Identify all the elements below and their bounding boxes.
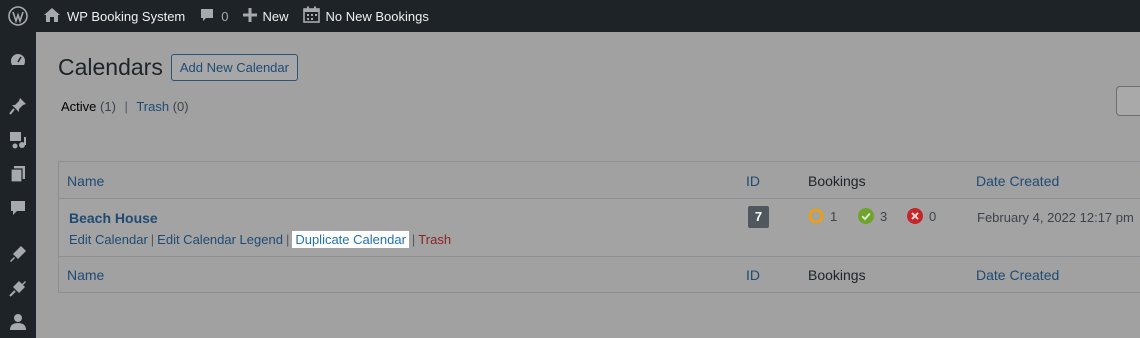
- column-name-header[interactable]: Name: [67, 173, 104, 189]
- filter-trash[interactable]: Trash: [136, 99, 169, 114]
- pin-icon[interactable]: [8, 96, 28, 116]
- bookings-accepted: 3: [858, 208, 887, 224]
- site-name-link[interactable]: WP Booking System: [36, 0, 192, 32]
- main-content: Calendars Add New Calendar Active (1) | …: [36, 32, 1140, 338]
- table-header-row: Name ID Bookings Date Created: [59, 162, 1140, 199]
- pages-icon[interactable]: [8, 164, 28, 184]
- duplicate-calendar-link[interactable]: Duplicate Calendar: [292, 231, 409, 248]
- column-id-header[interactable]: ID: [746, 173, 760, 189]
- edit-calendar-link[interactable]: Edit Calendar: [69, 232, 148, 247]
- action-separator: |: [411, 232, 416, 247]
- date-created: February 4, 2022 12:17 pm: [977, 210, 1134, 225]
- row-actions: Edit Calendar | Edit Calendar Legend | Dupli…: [69, 231, 451, 248]
- filter-separator: |: [124, 99, 128, 114]
- admin-bar: WP Booking System 0 New No New Bookings: [0, 0, 1140, 32]
- column-date-created-footer[interactable]: Date Created: [976, 267, 1059, 283]
- calendars-table: Name ID Bookings Date Created Beach Hous…: [58, 161, 1140, 293]
- search-input[interactable]: [1116, 86, 1140, 116]
- users-icon[interactable]: [8, 312, 28, 332]
- site-name: WP Booking System: [67, 8, 186, 24]
- edit-calendar-legend-link[interactable]: Edit Calendar Legend: [157, 232, 283, 247]
- bookings-pending: 1: [808, 208, 837, 224]
- page-title: Calendars: [58, 54, 163, 80]
- admin-sidebar: [0, 32, 36, 338]
- new-label: New: [262, 8, 289, 24]
- column-date-created-header[interactable]: Date Created: [976, 173, 1059, 189]
- calendar-id-badge: 7: [748, 206, 769, 228]
- comments-count: 0: [221, 8, 229, 24]
- bookings-notice-link[interactable]: No New Bookings: [296, 0, 436, 32]
- plus-icon: [242, 7, 257, 25]
- plugins-icon[interactable]: [8, 278, 28, 298]
- home-icon: [43, 7, 61, 26]
- column-name-footer[interactable]: Name: [67, 267, 104, 283]
- bookings-accepted-count: 3: [880, 208, 888, 224]
- calendar-name-link[interactable]: Beach House: [69, 210, 158, 226]
- column-bookings-footer: Bookings: [808, 267, 866, 283]
- filter-active[interactable]: Active: [61, 99, 96, 114]
- title-row: Calendars Add New Calendar: [58, 54, 298, 81]
- new-content-link[interactable]: New: [236, 0, 296, 32]
- wordpress-logo-icon[interactable]: [0, 0, 36, 32]
- filter-active-count: (1): [100, 99, 116, 114]
- appearance-icon[interactable]: [8, 244, 28, 264]
- bookings-pending-count: 1: [830, 208, 838, 224]
- x-circle-icon: [907, 208, 923, 224]
- bookings-rejected-count: 0: [929, 208, 937, 224]
- pending-circle-icon: [808, 208, 824, 224]
- add-new-calendar-button[interactable]: Add New Calendar: [170, 54, 298, 81]
- media-icon[interactable]: [8, 130, 28, 150]
- action-separator: |: [150, 232, 155, 247]
- table-row: Beach House Edit Calendar | Edit Calendar …: [59, 199, 1140, 257]
- check-circle-icon: [858, 208, 874, 224]
- comments-link[interactable]: 0: [192, 0, 235, 32]
- table-footer-row: Name ID Bookings Date Created: [59, 257, 1140, 293]
- column-id-footer[interactable]: ID: [746, 267, 760, 283]
- bookings-rejected: 0: [907, 208, 936, 224]
- comments-icon[interactable]: [8, 198, 28, 218]
- action-separator: |: [285, 232, 290, 247]
- comment-bubble-icon: [199, 7, 215, 26]
- bookings-notice: No New Bookings: [325, 8, 429, 24]
- filter-trash-count: (0): [172, 99, 189, 114]
- calendar-icon: [302, 6, 320, 26]
- dashboard-icon[interactable]: [8, 50, 28, 70]
- status-filters: Active (1) | Trash (0): [61, 99, 189, 114]
- column-bookings-header: Bookings: [808, 173, 866, 189]
- trash-calendar-link[interactable]: Trash: [418, 232, 451, 247]
